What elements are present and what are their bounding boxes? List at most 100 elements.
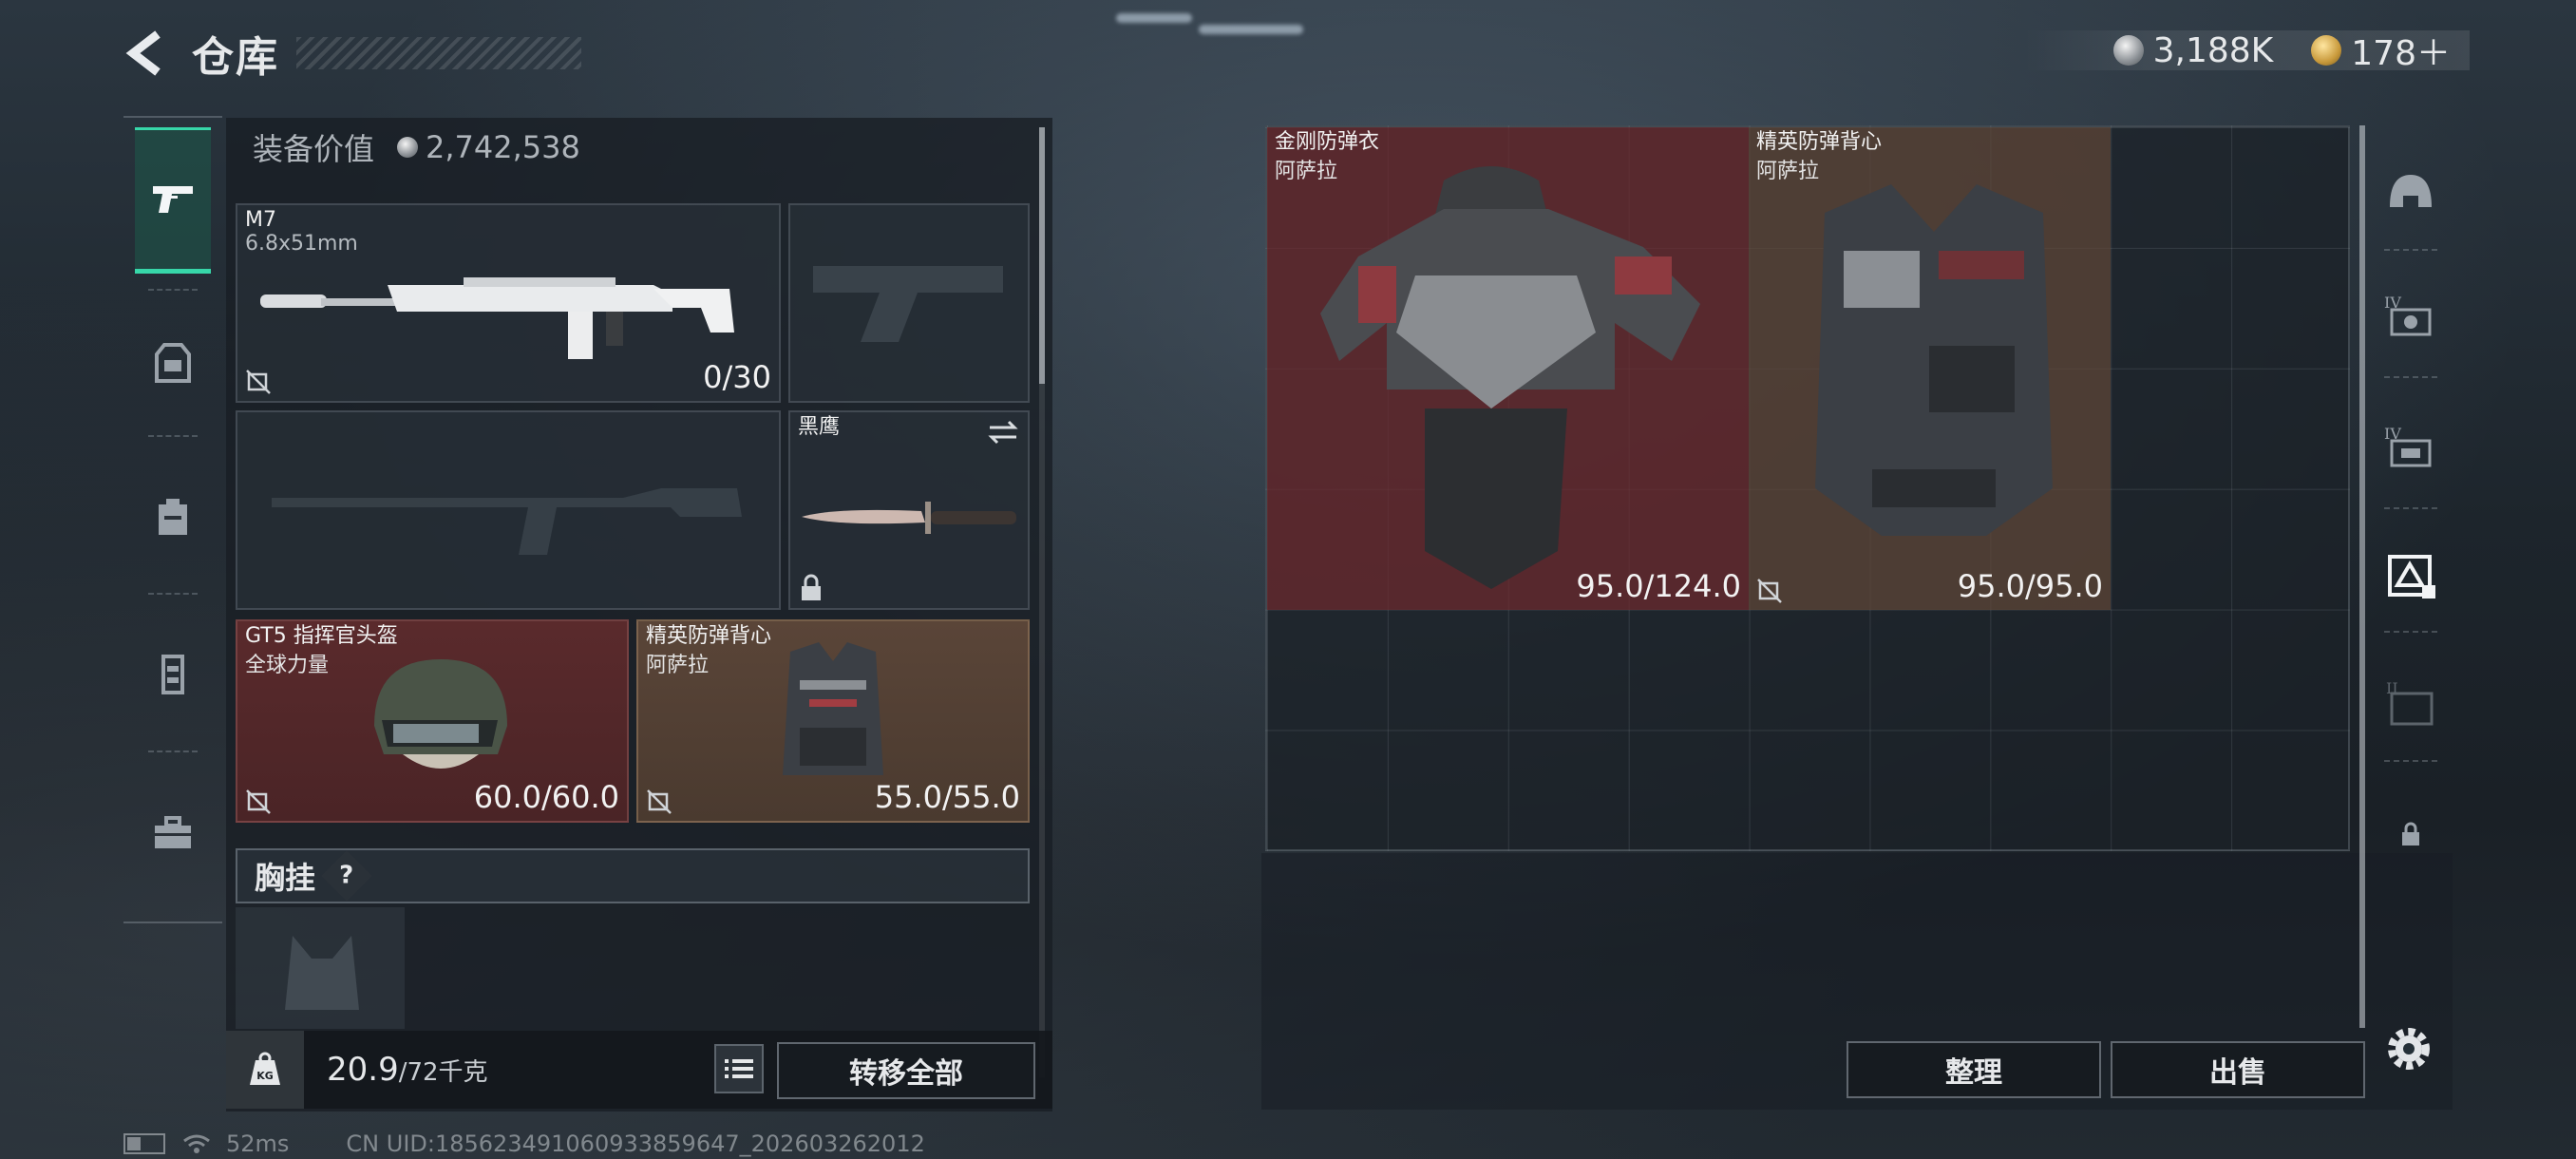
- gold-coin-icon: [2311, 35, 2342, 66]
- title-stripe: [296, 36, 581, 69]
- sell-button[interactable]: 出售: [2111, 1041, 2365, 1098]
- scrollbar[interactable]: [1039, 127, 1045, 1077]
- helmet-brand: 全球力量: [245, 654, 330, 677]
- storage-item-armor-2[interactable]: 精英防弹背心 阿萨拉 95.0/95.0: [1749, 127, 2111, 610]
- ammo-count: 0/30: [703, 359, 771, 395]
- backpack-icon: [159, 499, 187, 535]
- knife-name: 黑鹰: [798, 415, 841, 439]
- helmet-image: [374, 659, 507, 769]
- page-title: 仓库: [192, 32, 279, 82]
- sort-button[interactable]: 整理: [1847, 1041, 2101, 1098]
- swap-icon[interactable]: [986, 418, 1020, 446]
- helmet-slot[interactable]: GT5 指挥官头盔 全球力量 60.0/60.0: [236, 619, 629, 823]
- item-name: 精英防弹背心: [1756, 130, 1883, 154]
- weapon-name: M7: [245, 208, 276, 232]
- current-weight: 20.9: [327, 1051, 399, 1089]
- armor-durability: 55.0/55.0: [874, 779, 1020, 815]
- chest-rig-header: 胸挂 ?: [236, 848, 1030, 903]
- storage-tab-armor-iv[interactable]: IV: [2373, 277, 2449, 353]
- secondary-weapon-slot[interactable]: [236, 410, 781, 610]
- silver-coin-icon: [2112, 35, 2144, 66]
- weight-bar: KG 20.9 /72千克 转移全部: [226, 1031, 1052, 1109]
- side-divider: [2384, 249, 2437, 251]
- weapon-caliber: 6.8x51mm: [245, 232, 358, 256]
- item-durability: 95.0/95.0: [1957, 568, 2103, 604]
- armor-ii-icon: II: [2386, 679, 2434, 726]
- currency-bar: 3,188K 178＋: [2023, 30, 2470, 73]
- no-insure-icon: [246, 789, 271, 814]
- scroll-thumb[interactable]: [1039, 127, 1045, 384]
- no-insure-icon: [246, 370, 271, 394]
- silver-coin-icon: [397, 137, 419, 158]
- rail-tab-chest-rig[interactable]: [135, 636, 211, 712]
- storage-scrollbar[interactable]: [2359, 125, 2365, 1028]
- storage-grid[interactable]: 金刚防弹衣 阿萨拉 95.0/124.0 精英防弹背心 阿萨拉 95.0/95.…: [1265, 125, 2350, 851]
- side-divider: [2384, 376, 2437, 378]
- rail-divider: [148, 750, 198, 752]
- rail-tab-backpack[interactable]: [135, 479, 211, 555]
- status-bar: 52ms CN UID:1856234910609338596​47_20260…: [123, 1130, 925, 1157]
- pistol-icon: [153, 186, 193, 213]
- chest-rig-icon: [161, 655, 184, 694]
- rail-tab-toolbox[interactable]: [135, 796, 211, 872]
- lock-icon: [2402, 822, 2419, 846]
- backpack-armor-icon: [155, 343, 191, 383]
- primary-weapon-slot[interactable]: M7 6.8x51mm 0/30: [236, 203, 781, 403]
- heavy-armor-image: [1320, 166, 1700, 589]
- storage-tab-armor-iv-2[interactable]: IV: [2373, 408, 2449, 484]
- wifi-icon: [183, 1134, 210, 1153]
- side-divider: [2384, 507, 2437, 509]
- gold-balance[interactable]: 178＋: [2351, 26, 2451, 75]
- no-insure-icon: [1757, 579, 1782, 603]
- rail-divider: [148, 289, 198, 291]
- weight-icon: KG: [226, 1031, 304, 1109]
- silver-balance: 3,188K: [2152, 30, 2274, 70]
- armor-selected-icon: [2388, 555, 2435, 598]
- rifle-image: [260, 277, 734, 359]
- storage-tab-locked[interactable]: [2373, 796, 2449, 872]
- armor-brand: 阿萨拉: [646, 654, 710, 677]
- top-bar: 仓库: [122, 27, 581, 82]
- storage-tab-armor-selected[interactable]: [2373, 538, 2449, 614]
- storage-tab-helmet[interactable]: [2373, 156, 2449, 232]
- storage-item-armor-1[interactable]: 金刚防弹衣 阿萨拉 95.0/124.0: [1267, 127, 1749, 610]
- chest-rig-silhouette-icon: [285, 936, 359, 1010]
- ping-value: 52ms: [226, 1130, 290, 1157]
- rail-tab-armor[interactable]: [135, 325, 211, 401]
- chest-rig-slot[interactable]: [236, 907, 405, 1029]
- kg-label: KG: [256, 1070, 274, 1082]
- helmet-durability: 60.0/60.0: [473, 779, 619, 815]
- list-icon: [725, 1059, 753, 1078]
- max-weight: /72千克: [398, 1057, 488, 1087]
- equip-value-amount: 2,742,538: [426, 129, 580, 165]
- chest-rig-label: 胸挂: [255, 860, 316, 896]
- battery-icon: [123, 1133, 165, 1154]
- rail-tab-weapons[interactable]: [135, 127, 211, 274]
- armor-iv-icon-2: IV: [2384, 425, 2432, 467]
- armor-slot[interactable]: 精英防弹背心 阿萨拉 55.0/55.0: [636, 619, 1030, 823]
- side-divider: [2384, 631, 2437, 633]
- ceiling-light: [1116, 13, 1192, 23]
- armor-name: 精英防弹背心: [646, 624, 772, 648]
- pistol-slot[interactable]: [788, 203, 1030, 403]
- rifle-silhouette-icon: [272, 488, 742, 555]
- knife-slot[interactable]: 黑鹰: [788, 410, 1030, 610]
- help-icon[interactable]: ?: [321, 850, 372, 902]
- transfer-all-button[interactable]: 转移全部: [777, 1042, 1035, 1099]
- storage-tab-armor-ii[interactable]: II: [2373, 665, 2449, 741]
- category-rail: [123, 116, 222, 923]
- back-arrow-icon[interactable]: [122, 28, 171, 78]
- pistol-silhouette-icon: [813, 266, 1003, 342]
- vest-image: [1815, 184, 2053, 536]
- equip-value-label: 装备价值: [253, 131, 375, 167]
- list-view-button[interactable]: [714, 1044, 764, 1093]
- toolbox-icon: [155, 816, 191, 848]
- no-insure-icon: [647, 789, 672, 814]
- helmet-tab-icon: [2390, 175, 2432, 207]
- rail-divider: [148, 435, 198, 437]
- ceiling-light: [1199, 25, 1303, 34]
- equip-value: 装备价值 2,742,538: [253, 125, 580, 169]
- rail-divider: [148, 593, 198, 595]
- settings-gear-icon[interactable]: [2382, 1022, 2435, 1075]
- item-durability: 95.0/124.0: [1576, 568, 1741, 604]
